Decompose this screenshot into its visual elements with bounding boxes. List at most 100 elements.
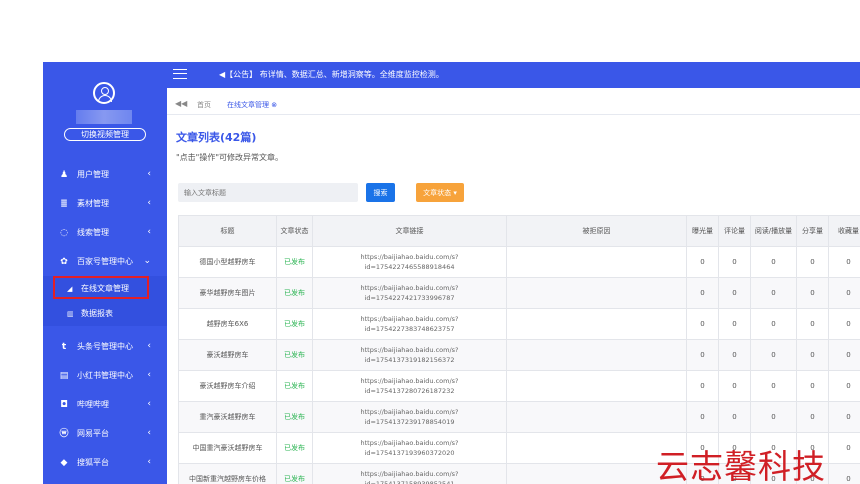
- cell-status: 已发布: [277, 402, 313, 433]
- chevron-left-icon: ‹: [147, 399, 151, 409]
- link-line[interactable]: https://baijiahao.baidu.com/s?: [313, 376, 506, 386]
- cell-reject-reason: [507, 247, 687, 278]
- col-header-reads[interactable]: 阅读/播放量: [751, 216, 797, 247]
- cell-status: 已发布: [277, 433, 313, 464]
- col-header-comments[interactable]: 评论量: [719, 216, 751, 247]
- cell-stat: 0: [687, 247, 719, 278]
- cell-stat: 0: [829, 309, 860, 340]
- chevron-left-icon: ‹: [147, 169, 151, 179]
- search-button[interactable]: 搜索: [366, 183, 395, 202]
- sidebar-item-users[interactable]: ♟ 用户管理 ‹: [43, 160, 167, 189]
- sidebar-item-leads[interactable]: ◌ 线索管理 ‹: [43, 218, 167, 247]
- sidebar-item-online-articles[interactable]: ◢ 在线文章管理: [43, 276, 167, 301]
- switch-video-button[interactable]: 切换视频管理: [64, 128, 146, 141]
- cell-link[interactable]: https://baijiahao.baidu.com/s?id=1754227…: [313, 247, 507, 278]
- sidebar-item-xiaohongshu[interactable]: ▤ 小红书管理中心 ‹: [43, 361, 167, 390]
- link-line[interactable]: id=1754227465588918464: [313, 262, 506, 272]
- sidebar-item-toutiao[interactable]: t 头条号管理中心 ‹: [43, 332, 167, 361]
- back-arrow-icon[interactable]: ◀◀: [175, 99, 187, 108]
- sidebar-item-data-report[interactable]: ▥ 数据报表: [43, 301, 167, 326]
- link-line[interactable]: id=1754137239178854019: [313, 417, 506, 427]
- col-header-favorites[interactable]: 收藏量: [829, 216, 860, 247]
- cell-status: 已发布: [277, 371, 313, 402]
- toutiao-icon: t: [59, 342, 69, 352]
- book-icon: ▤: [59, 371, 69, 381]
- link-line[interactable]: id=1754137193960372020: [313, 448, 506, 458]
- sidebar-item-label: 线索管理: [77, 227, 109, 238]
- sidebar-item-materials[interactable]: ≣ 素材管理 ‹: [43, 189, 167, 218]
- sidebar-item-label: 百家号管理中心: [77, 256, 133, 267]
- link-line[interactable]: id=1754137158939852541: [313, 479, 506, 484]
- top-bar: ◀【公告】 布详情、数据汇总、新增洞察等。全维度监控检测。: [167, 62, 860, 88]
- link-line[interactable]: https://baijiahao.baidu.com/s?: [313, 438, 506, 448]
- cell-title: 中国新重汽越野房车价格: [179, 464, 277, 484]
- avatar-icon[interactable]: [93, 82, 115, 104]
- article-status-dropdown[interactable]: 文章状态 ▾: [416, 183, 464, 202]
- cell-status: 已发布: [277, 247, 313, 278]
- cell-stat: 0: [829, 433, 860, 464]
- cell-link[interactable]: https://baijiahao.baidu.com/s?id=1754137…: [313, 340, 507, 371]
- sidebar-menu: ♟ 用户管理 ‹ ≣ 素材管理 ‹ ◌ 线索管理 ‹ ✿ 百家号管理中心 ⌄: [43, 160, 167, 477]
- link-line[interactable]: https://baijiahao.baidu.com/s?: [313, 345, 506, 355]
- table-header-row: 标题 文章状态 文章链接 被拒原因 曝光量 评论量 阅读/播放量 分享量 收藏量: [179, 216, 860, 247]
- cell-stat: 0: [797, 309, 829, 340]
- app-screen: 切换视频管理 ♟ 用户管理 ‹ ≣ 素材管理 ‹ ◌ 线索管理 ‹ ✿ 百家号管…: [0, 0, 860, 484]
- col-header-reject-reason[interactable]: 被拒原因: [507, 216, 687, 247]
- cell-stat: 0: [797, 371, 829, 402]
- sohu-icon: ◆: [59, 458, 69, 468]
- cell-stat: 0: [687, 309, 719, 340]
- cell-title: 中国重汽豪沃越野房车: [179, 433, 277, 464]
- link-line[interactable]: https://baijiahao.baidu.com/s?: [313, 469, 506, 479]
- cell-stat: 0: [687, 402, 719, 433]
- cell-status: 已发布: [277, 278, 313, 309]
- table-row: 越野房车6X6已发布https://baijiahao.baidu.com/s?…: [179, 309, 860, 340]
- link-line[interactable]: https://baijiahao.baidu.com/s?: [313, 283, 506, 293]
- material-icon: ≣: [59, 199, 69, 209]
- sidebar-item-bilibili[interactable]: ◘ 哔哩哔哩 ‹: [43, 390, 167, 419]
- cell-link[interactable]: https://baijiahao.baidu.com/s?id=1754227…: [313, 309, 507, 340]
- wordpress-icon: ⓦ: [59, 429, 69, 439]
- cell-stat: 0: [719, 309, 751, 340]
- cell-link[interactable]: https://baijiahao.baidu.com/s?id=1754137…: [313, 371, 507, 402]
- link-line[interactable]: id=1754227421733996787: [313, 293, 506, 303]
- sidebar-item-label: 网易平台: [77, 428, 109, 439]
- link-line[interactable]: https://baijiahao.baidu.com/s?: [313, 407, 506, 417]
- col-header-exposure[interactable]: 曝光量: [687, 216, 719, 247]
- cell-link[interactable]: https://baijiahao.baidu.com/s?id=1754227…: [313, 278, 507, 309]
- user-icon: ♟: [59, 170, 69, 180]
- cell-stat: 0: [719, 278, 751, 309]
- link-line[interactable]: id=1754137319182156372: [313, 355, 506, 365]
- cell-stat: 0: [797, 247, 829, 278]
- link-line[interactable]: https://baijiahao.baidu.com/s?: [313, 314, 506, 324]
- link-line[interactable]: id=1754227383748623757: [313, 324, 506, 334]
- sidebar-item-sohu[interactable]: ◆ 搜狐平台 ‹: [43, 448, 167, 477]
- col-header-shares[interactable]: 分享量: [797, 216, 829, 247]
- sidebar-item-label: 素材管理: [77, 198, 109, 209]
- link-line[interactable]: id=1754137280726187232: [313, 386, 506, 396]
- breadcrumb-current-tab[interactable]: 在线文章管理 ⊗: [227, 100, 277, 110]
- cell-title: 豪沃越野房车介绍: [179, 371, 277, 402]
- sidebar-item-netease[interactable]: ⓦ 网易平台 ‹: [43, 419, 167, 448]
- cell-reject-reason: [507, 371, 687, 402]
- blurred-username: [76, 110, 132, 124]
- sidebar-item-baijiahao[interactable]: ✿ 百家号管理中心 ⌄: [43, 247, 167, 276]
- chevron-left-icon: ‹: [147, 370, 151, 380]
- cell-reject-reason: [507, 402, 687, 433]
- hamburger-menu-icon[interactable]: [173, 69, 187, 79]
- table-row: 豪沃越野房车已发布https://baijiahao.baidu.com/s?i…: [179, 340, 860, 371]
- cell-link[interactable]: https://baijiahao.baidu.com/s?id=1754137…: [313, 433, 507, 464]
- cell-link[interactable]: https://baijiahao.baidu.com/s?id=1754137…: [313, 402, 507, 433]
- page-hint: "点击"操作"可修改异常文章。: [176, 152, 283, 163]
- cell-stat: 0: [751, 247, 797, 278]
- col-header-title[interactable]: 标题: [179, 216, 277, 247]
- highlight-box: [53, 276, 149, 299]
- link-line[interactable]: https://baijiahao.baidu.com/s?: [313, 252, 506, 262]
- col-header-status[interactable]: 文章状态: [277, 216, 313, 247]
- sidebar-item-label: 数据报表: [81, 308, 113, 319]
- search-input[interactable]: [178, 183, 358, 202]
- col-header-link[interactable]: 文章链接: [313, 216, 507, 247]
- cell-link[interactable]: https://baijiahao.baidu.com/s?id=1754137…: [313, 464, 507, 484]
- cell-stat: 0: [829, 402, 860, 433]
- breadcrumb-home[interactable]: 首页: [197, 100, 211, 110]
- announcement-text: ◀【公告】 布详情、数据汇总、新增洞察等。全维度监控检测。: [219, 69, 444, 80]
